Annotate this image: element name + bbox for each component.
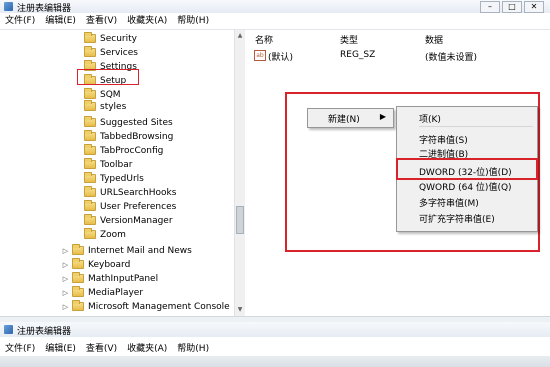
tree-scrollbar[interactable]: ▲ ▼ xyxy=(234,30,245,316)
menu-file-2[interactable]: 文件(F) xyxy=(0,338,40,355)
tree-item-mediaplayer[interactable]: ▷ MediaPlayer xyxy=(62,286,143,299)
folder-icon xyxy=(72,272,84,283)
menu-view-2[interactable]: 查看(V) xyxy=(81,338,122,355)
menu-file[interactable]: 文件(F) xyxy=(0,13,40,29)
folder-icon xyxy=(84,172,96,183)
title-bar: 注册表编辑器 – □ ✕ xyxy=(0,0,550,14)
menu-help[interactable]: 帮助(H) xyxy=(172,13,214,29)
second-toolbar-strip xyxy=(0,356,550,367)
tree-item-zoom[interactable]: Zoom xyxy=(84,228,126,241)
tree-item-internet-mail[interactable]: ▷ Internet Mail and News xyxy=(62,244,192,257)
submenu-item-multistring[interactable]: 多字符串值(M) xyxy=(419,196,479,209)
tree-item-urlsearchhooks[interactable]: URLSearchHooks xyxy=(84,186,176,199)
folder-icon xyxy=(84,88,96,99)
second-window-title: 注册表编辑器 xyxy=(17,327,72,337)
tree-item-typedurls[interactable]: TypedUrls xyxy=(84,172,144,185)
value-data: (数值未设置) xyxy=(425,53,478,63)
menu-bar: 文件(F) 编辑(E) 查看(V) 收藏夹(A) 帮助(H) xyxy=(0,13,550,30)
close-button[interactable]: ✕ xyxy=(524,1,544,13)
folder-icon xyxy=(84,186,96,197)
menu-item-new[interactable]: 新建(N) xyxy=(328,112,360,125)
folder-icon xyxy=(84,116,96,127)
folder-icon xyxy=(72,286,84,297)
second-title-bar: 注册表编辑器 xyxy=(0,322,550,337)
folder-icon xyxy=(84,46,96,57)
context-menu: 新建(N) ▶ xyxy=(307,108,394,128)
scroll-up-icon[interactable]: ▲ xyxy=(236,32,244,40)
tree-item-services[interactable]: Services xyxy=(84,46,138,59)
tree-item-styles[interactable]: styles xyxy=(84,100,126,113)
scroll-thumb[interactable] xyxy=(236,206,244,234)
folder-icon xyxy=(84,144,96,155)
tree-item-toolbar[interactable]: Toolbar xyxy=(84,158,132,171)
tree-item-user-preferences[interactable]: User Preferences xyxy=(84,200,176,213)
tree-item-tabprocconfig[interactable]: TabProcConfig xyxy=(84,144,163,157)
menu-edit-2[interactable]: 编辑(E) xyxy=(40,338,81,355)
folder-icon xyxy=(84,228,96,239)
folder-icon xyxy=(84,158,96,169)
menu-favorites-2[interactable]: 收藏夹(A) xyxy=(122,338,172,355)
expand-arrow-icon[interactable]: ▷ xyxy=(62,261,69,269)
menu-favorites[interactable]: 收藏夹(A) xyxy=(122,13,172,29)
submenu-item-key[interactable]: 项(K) xyxy=(419,112,441,125)
scroll-down-icon[interactable]: ▼ xyxy=(236,306,244,314)
submenu-item-expandable-string[interactable]: 可扩充字符串值(E) xyxy=(419,212,495,225)
expand-arrow-icon[interactable]: ▷ xyxy=(62,247,69,255)
string-value-icon: ab xyxy=(254,50,266,61)
column-header-name[interactable]: 名称 xyxy=(255,33,273,46)
tree-item-versionmanager[interactable]: VersionManager xyxy=(84,214,173,227)
folder-icon xyxy=(84,32,96,43)
folder-icon xyxy=(84,200,96,211)
tree-item-mmc[interactable]: ▷ Microsoft Management Console xyxy=(62,300,230,313)
menu-view[interactable]: 查看(V) xyxy=(81,13,122,29)
value-name[interactable]: (默认) xyxy=(268,50,293,63)
expand-arrow-icon[interactable]: ▷ xyxy=(62,303,69,311)
tree-item-security[interactable]: Security xyxy=(84,32,137,45)
menu-separator xyxy=(419,126,533,127)
second-menu-bar: 文件(F) 编辑(E) 查看(V) 收藏夹(A) 帮助(H) xyxy=(0,338,550,355)
tree-item-tabbedbrowsing[interactable]: TabbedBrowsing xyxy=(84,130,173,143)
minimize-button[interactable]: – xyxy=(480,1,500,13)
submenu-item-string[interactable]: 字符串值(S) xyxy=(419,133,468,146)
folder-icon xyxy=(84,130,96,141)
registry-app-icon xyxy=(4,2,13,11)
column-header-type[interactable]: 类型 xyxy=(340,33,358,46)
tree-item-suggested-sites[interactable]: Suggested Sites xyxy=(84,116,173,129)
expand-arrow-icon[interactable]: ▷ xyxy=(62,275,69,283)
registry-app-icon-2 xyxy=(4,325,13,334)
submenu-item-qword[interactable]: QWORD (64 位)值(Q) xyxy=(419,180,512,193)
tree-item-mathinputpanel[interactable]: ▷ MathInputPanel xyxy=(62,272,158,285)
styles-highlight-box xyxy=(77,69,139,85)
dword-highlight-box xyxy=(396,158,538,180)
folder-icon xyxy=(84,214,96,225)
menu-edit[interactable]: 编辑(E) xyxy=(40,13,81,29)
maximize-button[interactable]: □ xyxy=(502,1,522,13)
value-type: REG_SZ xyxy=(340,50,376,60)
column-header-data[interactable]: 数据 xyxy=(425,33,443,46)
menu-help-2[interactable]: 帮助(H) xyxy=(172,338,214,355)
expand-arrow-icon[interactable]: ▷ xyxy=(62,289,69,297)
tree-item-keyboard[interactable]: ▷ Keyboard xyxy=(62,258,130,271)
folder-icon xyxy=(72,258,84,269)
folder-icon xyxy=(72,244,84,255)
folder-icon xyxy=(84,100,96,111)
folder-icon xyxy=(72,300,84,311)
submenu-arrow-icon: ▶ xyxy=(379,112,386,121)
